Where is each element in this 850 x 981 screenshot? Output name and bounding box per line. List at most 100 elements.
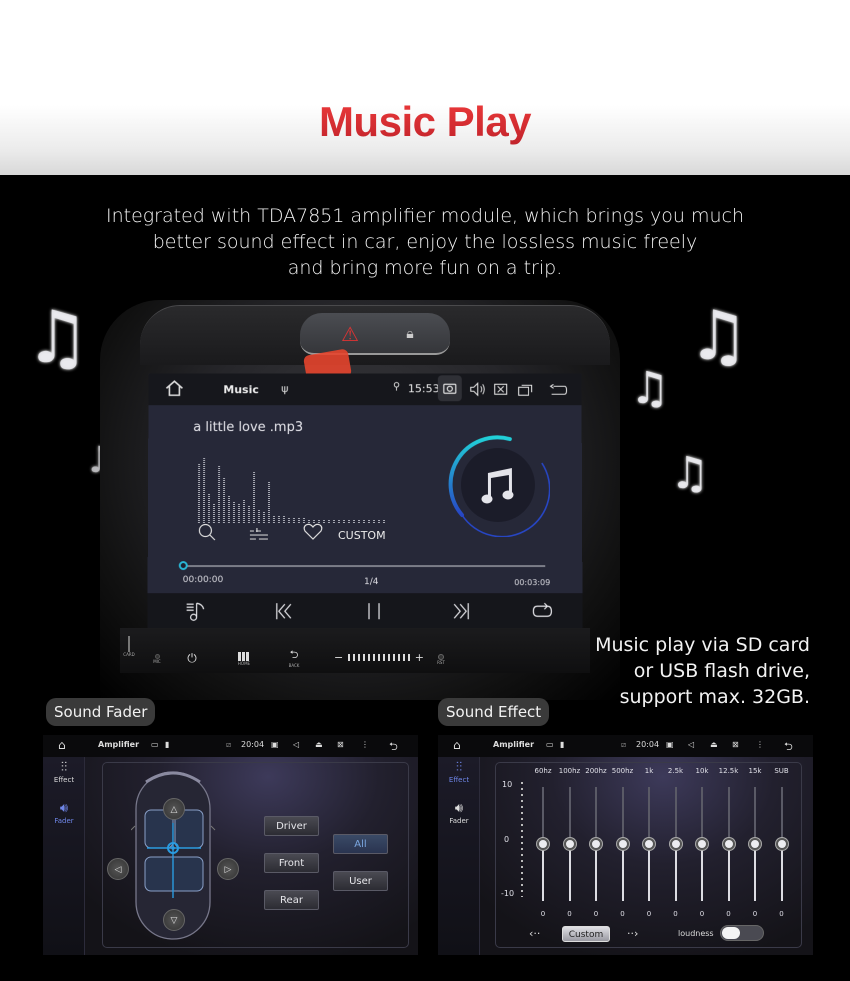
next-preset-icon[interactable]: ··› — [627, 927, 638, 940]
recent-apps-icon[interactable] — [518, 383, 533, 396]
intro-line: Integrated with TDA7851 amplifier module… — [106, 205, 744, 227]
home-icon[interactable]: ⌂ — [453, 738, 461, 752]
balance-right-button[interactable]: ▷ — [217, 858, 239, 880]
eq-slider-knob[interactable] — [590, 838, 602, 850]
eq-band-60hz[interactable]: 60hz 0 — [528, 762, 558, 937]
caption-line: or USB flash drive, — [633, 660, 810, 682]
camera-button[interactable] — [437, 375, 462, 402]
spectrum-bar — [272, 515, 275, 524]
eq-band-1k[interactable]: 1k 0 — [634, 762, 664, 937]
volume-icon[interactable] — [470, 382, 486, 396]
sidebar-item-fader[interactable]: 🔊︎ Fader — [438, 801, 480, 825]
eq-slider-knob[interactable] — [722, 838, 735, 850]
eq-slider-knob[interactable] — [616, 838, 629, 850]
eq-band-label: 100hz — [558, 767, 581, 775]
eq-band-label: 12.5k — [718, 767, 739, 775]
home-hardware-button[interactable]: HOME — [234, 652, 254, 666]
eq-slider-knob[interactable] — [696, 838, 708, 850]
eject-icon[interactable]: ⏏ — [315, 740, 323, 749]
eq-slider-knob[interactable] — [643, 838, 655, 850]
eq-slider-knob[interactable] — [749, 838, 761, 850]
back-icon[interactable] — [550, 384, 568, 396]
eq-band-12-5k[interactable]: 12.5k 0 — [714, 762, 744, 937]
next-icon[interactable] — [450, 601, 470, 621]
search-icon[interactable] — [198, 523, 216, 541]
lock-icon[interactable]: 🔒︎ — [390, 318, 430, 350]
volume-icon[interactable]: ◁ — [688, 740, 694, 749]
spectrum-bar — [287, 517, 290, 524]
hazard-icon[interactable]: ⚠ — [330, 318, 370, 350]
eq-slider-knob[interactable] — [563, 838, 576, 850]
caption-line: Music play via SD card — [595, 634, 810, 656]
spectrum-bar — [267, 481, 271, 524]
front-button[interactable]: Front — [264, 853, 319, 873]
eq-band-label: 2.5k — [667, 767, 684, 775]
spectrum-bar — [257, 509, 260, 524]
reset-button[interactable]: RST — [434, 654, 448, 665]
eq-band-100hz[interactable]: 100hz 0 — [555, 762, 585, 937]
back-hardware-button[interactable]: ⮌ BACK — [283, 649, 305, 671]
eq-band-2-5k[interactable]: 2.5k 0 — [661, 762, 691, 937]
more-menu-icon[interactable]: ⋮ — [361, 740, 369, 749]
eq-slider-knob[interactable] — [669, 838, 682, 850]
balance-left-button[interactable]: ◁ — [107, 858, 129, 880]
volume-slider[interactable]: − + — [334, 651, 424, 664]
volume-up-button[interactable]: + — [415, 651, 424, 664]
camera-icon[interactable]: ▣ — [666, 740, 674, 749]
progress-track[interactable] — [182, 565, 546, 568]
sound-mode-button[interactable]: CUSTOM — [338, 529, 386, 542]
favorite-heart-icon[interactable] — [303, 523, 323, 541]
user-button[interactable]: User — [333, 871, 388, 891]
clock: 15:53 — [407, 382, 440, 396]
sidebar-item-effect[interactable]: ⫶⫶ Effect — [438, 760, 480, 784]
eq-band-200hz[interactable]: 200hz 0 — [581, 762, 611, 937]
eq-band-value: 0 — [673, 910, 678, 918]
all-button[interactable]: All — [333, 834, 388, 854]
preset-button[interactable]: Custom — [562, 926, 610, 942]
close-app-icon[interactable] — [494, 383, 508, 395]
toggle-knob — [722, 927, 740, 939]
spectrum-bar — [222, 478, 226, 524]
volume-icon[interactable]: ◁ — [293, 740, 299, 749]
panel-sidebar: ⫶⫶ Effect 🔊︎ Fader — [43, 757, 85, 955]
sidebar-item-fader[interactable]: 🔊︎ Fader — [43, 801, 85, 825]
album-art[interactable] — [446, 433, 551, 538]
home-icon[interactable]: ⌂ — [58, 738, 66, 752]
eq-slider-knob[interactable] — [537, 838, 549, 850]
panel-sidebar: ⫶⫶ Effect 🔊︎ Fader — [438, 757, 480, 955]
camera-icon[interactable]: ▣ — [271, 740, 279, 749]
eq-band-500hz[interactable]: 500hz 0 — [608, 762, 638, 937]
playlist-icon[interactable] — [186, 601, 206, 621]
eq-band-15k[interactable]: 15k 0 — [740, 762, 770, 937]
eq-band-value: 0 — [620, 910, 625, 918]
more-menu-icon[interactable]: ⋮ — [756, 740, 764, 749]
scale-mid: 0 — [504, 835, 510, 844]
album-ring — [448, 435, 551, 538]
previous-preset-icon[interactable]: ‹·· — [529, 927, 540, 940]
volume-down-button[interactable]: − — [334, 651, 343, 664]
home-icon[interactable] — [164, 379, 184, 397]
eq-slider-knob[interactable] — [775, 838, 788, 850]
pause-icon[interactable] — [366, 601, 382, 621]
fade-forward-button[interactable]: △ — [163, 798, 185, 820]
close-app-icon[interactable]: ⊠ — [337, 740, 344, 749]
spectrum-bar — [378, 520, 381, 524]
eq-band-10k[interactable]: 10k 0 — [687, 762, 717, 937]
driver-button[interactable]: Driver — [264, 816, 319, 836]
close-app-icon[interactable]: ⊠ — [732, 740, 739, 749]
back-icon[interactable]: ⮌ — [784, 738, 793, 757]
loudness-toggle[interactable] — [720, 925, 764, 941]
power-button[interactable]: ⏻ — [184, 651, 200, 666]
fade-back-button[interactable]: ▽ — [163, 909, 185, 931]
previous-icon[interactable] — [275, 601, 295, 621]
app-title: Music — [223, 383, 259, 397]
card-slot[interactable]: CARD — [122, 636, 136, 657]
repeat-icon[interactable] — [531, 601, 553, 621]
eq-band-sub[interactable]: SUB 0 — [767, 762, 797, 937]
sidebar-item-effect[interactable]: ⫶⫶ Effect — [43, 760, 85, 784]
rear-button[interactable]: Rear — [264, 890, 319, 910]
back-icon[interactable]: ⮌ — [389, 738, 398, 757]
eject-icon[interactable]: ⏏ — [710, 740, 718, 749]
equalizer-icon[interactable] — [249, 527, 269, 541]
progress-knob[interactable] — [178, 561, 188, 571]
